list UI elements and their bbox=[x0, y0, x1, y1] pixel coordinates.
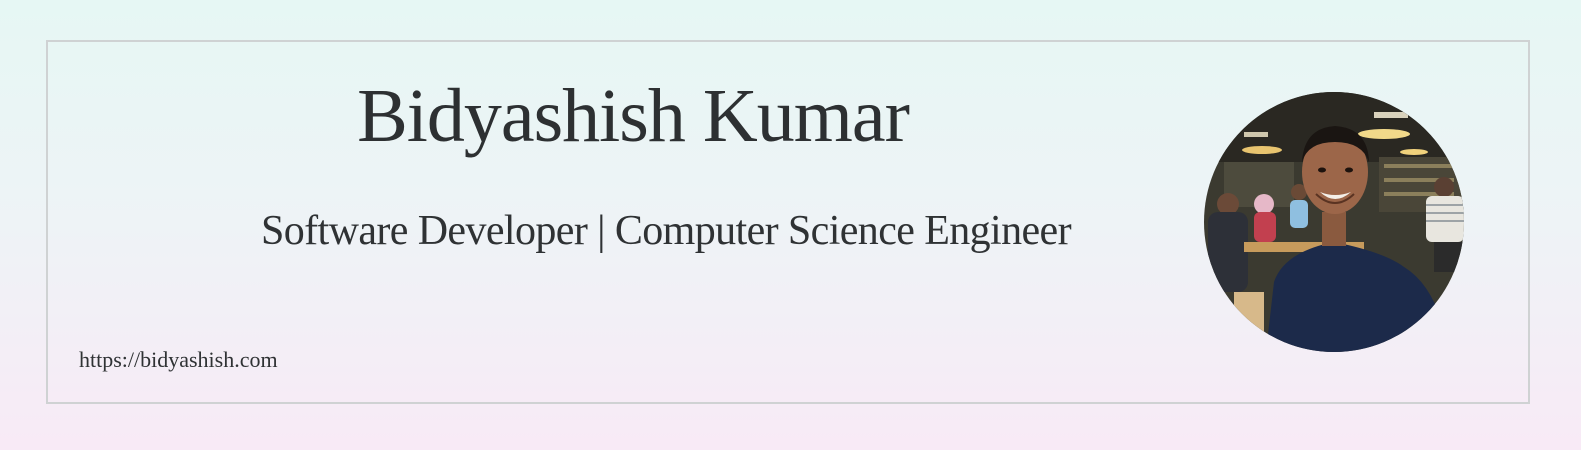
profile-tagline: Software Developer | Computer Science En… bbox=[260, 208, 1072, 254]
profile-card: Bidyashish Kumar Software Developer | Co… bbox=[46, 40, 1530, 404]
profile-name: Bidyashish Kumar bbox=[357, 74, 910, 158]
profile-photo bbox=[1204, 92, 1464, 352]
avatar bbox=[1204, 92, 1464, 352]
website-link[interactable]: https://bidyashish.com bbox=[79, 349, 278, 371]
